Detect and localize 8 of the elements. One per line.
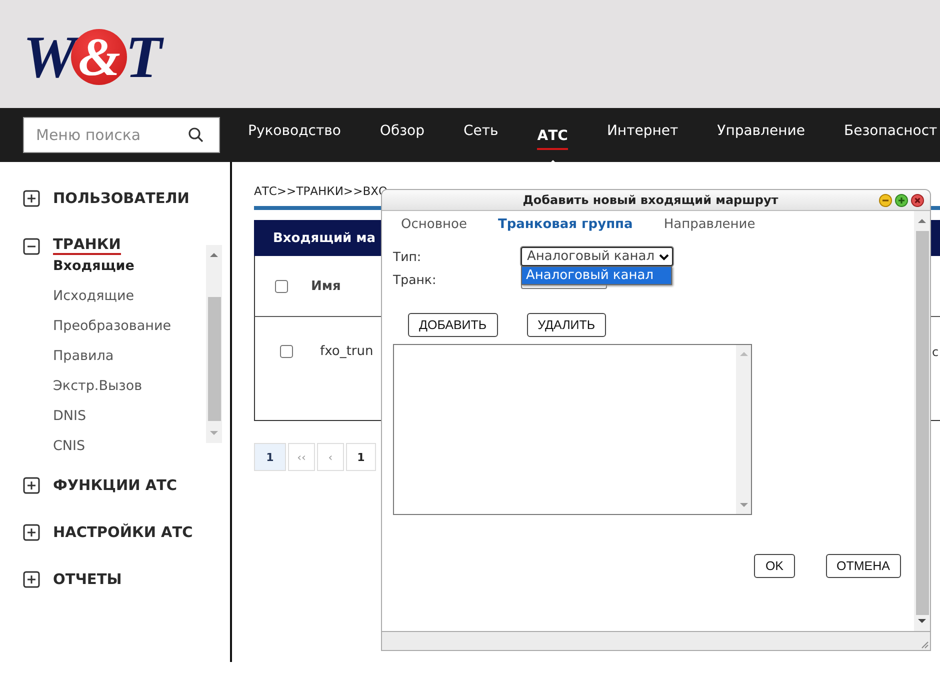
- dialog-title: Добавить новый входящий маршрут: [522, 193, 780, 207]
- column-header: Имя: [311, 278, 341, 294]
- table-cell: fxo_trun: [320, 344, 374, 359]
- breadcrumb: АТС>>ТРАНКИ>>ВХО: [254, 184, 388, 200]
- table-title: Входящий ма: [273, 230, 376, 246]
- field-label: Транк:: [393, 272, 438, 287]
- field-label: Тип:: [393, 249, 422, 264]
- table-cell: с: [932, 344, 940, 358]
